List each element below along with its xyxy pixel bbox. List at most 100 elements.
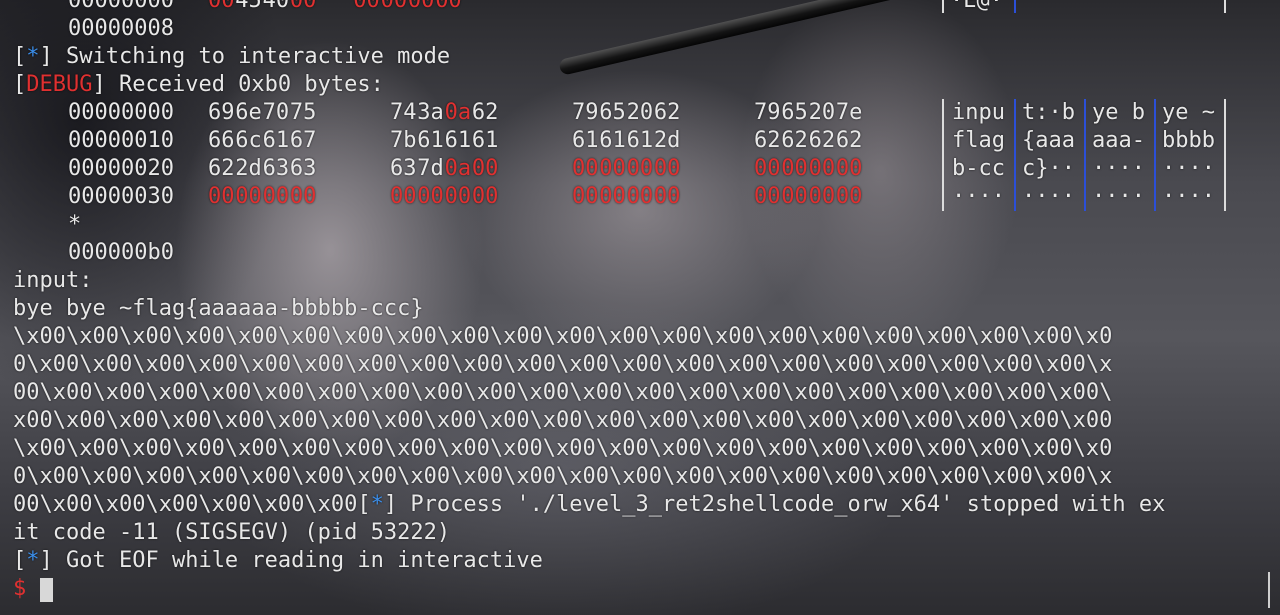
log-text: Process './level_3_ret2shellcode_orw_x64… [397, 492, 1166, 517]
hexdump-byte: 74 [390, 100, 417, 125]
hexdump-byte: 00 [808, 184, 836, 209]
shell-prompt: $ [13, 576, 27, 601]
hexdump-byte: 2d [235, 156, 262, 181]
hexdump-ascii-separator [1014, 0, 1016, 13]
hexdump-ascii-separator [1154, 99, 1156, 211]
hexdump-byte: 62 [208, 156, 235, 181]
hexdump-byte: 62 [754, 128, 781, 153]
hexdump-byte: 00 [289, 0, 317, 13]
hexdump-ascii-chunk: ···· [1162, 184, 1215, 209]
hexdump-offset: 00000030 [68, 184, 174, 209]
hexdump-byte: 75 [289, 100, 317, 125]
output-null-line: \x00\x00\x00\x00\x00\x00\x00\x00\x00\x00… [13, 436, 1113, 461]
hexdump-ascii-chunk: bbbb [1162, 128, 1215, 153]
log-text: Switching to interactive mode [52, 44, 451, 69]
hexdump-byte: 00 [626, 184, 654, 209]
log-line-process: 00\x00\x00\x00\x00\x00\x00[*] Process '.… [13, 492, 1166, 517]
hexdump-byte: 79 [754, 100, 781, 125]
output-input-label: input: [13, 268, 93, 293]
hexdump-byte: 00 [208, 184, 235, 209]
hexdump-byte: 6c [235, 128, 262, 153]
output-null-line: 0\x00\x00\x00\x00\x00\x00\x00\x00\x00\x0… [13, 352, 1113, 377]
scrollbar[interactable] [1268, 572, 1270, 608]
hexdump-byte: 00 [444, 184, 472, 209]
hexdump-byte: 61 [471, 128, 499, 153]
hexdump-byte: 00 [262, 184, 290, 209]
hexdump-byte: 63 [289, 156, 317, 181]
hexdump-byte: 00 [390, 184, 417, 209]
hexdump-offset: 00000010 [68, 128, 174, 153]
hexdump-byte: 7d [417, 156, 444, 181]
hexdump-ascii-panel: inpu t:·b ye b ye ~ flag {aaa aaa-bbbb b-cc c}··… [942, 99, 1226, 211]
hexdump-ascii-chunk: inpu [952, 100, 1005, 125]
hexdump-byte: 00 [380, 0, 408, 13]
hexdump-byte: 2d [653, 128, 681, 153]
hexdump-byte: 00 [653, 184, 681, 209]
hexdump-byte: 00 [781, 184, 808, 209]
hexdump-ascii-separator [1084, 99, 1086, 211]
hexdump-byte: 66 [208, 128, 235, 153]
hexdump-ascii-chunk: aaa- [1092, 128, 1145, 153]
hexdump-ascii-chunk: ···· [1022, 184, 1075, 209]
hexdump-byte: 00 [599, 184, 626, 209]
hexdump-byte: 79 [572, 100, 599, 125]
output-flag-line: bye bye ~flag{aaaaaa-bbbbb-ccc} [13, 296, 424, 321]
hexdump-ascii-chunk: {aaa [1022, 128, 1075, 153]
hexdump-byte: 00 [417, 184, 444, 209]
hexdump-byte: 61 [444, 128, 472, 153]
log-line-eof: [*] Got EOF while reading in interactive [13, 548, 543, 573]
hexdump-ascii-chunk: ···· [1092, 156, 1145, 181]
hexdump-byte: 7e [835, 100, 863, 125]
hexdump-offset: 00000000 [68, 0, 174, 13]
info-marker: * [26, 548, 40, 573]
hexdump-byte: 70 [262, 100, 290, 125]
hexdump-byte: 00 [471, 156, 499, 181]
hexdump-ascii-chunk: ···· [1162, 156, 1215, 181]
hexdump-byte: 62 [653, 100, 681, 125]
hexdump-ascii-text: ·E@· [950, 0, 1003, 13]
hexdump-byte: 00 [835, 156, 863, 181]
log-text: Got EOF while reading in interactive [52, 548, 543, 573]
hexdump-byte: 3a [417, 100, 444, 125]
hexdump-byte: 00 [353, 0, 380, 13]
hexdump-byte: 62 [471, 100, 499, 125]
hexdump-byte: 65 [781, 100, 808, 125]
hexdump-ascii-chunk: t:·b [1022, 100, 1075, 125]
hexdump-byte: 0a [444, 100, 472, 125]
hexdump-byte: 63 [262, 156, 290, 181]
terminal-window[interactable]: 00000000 00 45 40 00 00 00 00 00 ·E@· 00000008 [*… [0, 0, 1280, 615]
hexdump-byte: 00 [781, 156, 808, 181]
hexdump-byte: 0a [444, 156, 472, 181]
hexdump-byte: 00 [572, 184, 599, 209]
hexdump-byte: 6e [235, 100, 262, 125]
output-null-line: 0\x00\x00\x00\x00\x00\x00\x00\x00\x00\x0… [13, 464, 1113, 489]
hexdump-offset: 00000000 [68, 100, 174, 125]
hexdump-byte: 63 [390, 156, 417, 181]
hexdump-offset-partial: 00000008 [68, 16, 174, 41]
hexdump-ascii-chunk: ye b [1092, 100, 1145, 125]
hexdump-byte: 00 [572, 156, 599, 181]
text-cursor[interactable] [40, 578, 53, 602]
info-marker: * [26, 44, 40, 69]
hexdump-byte: 00 [626, 156, 654, 181]
hexdump-ascii-chunk: b-cc [952, 156, 1005, 181]
hexdump-byte: 00 [754, 184, 781, 209]
hexdump-byte: 69 [208, 100, 235, 125]
log-line-exit-code: it code -11 (SIGSEGV) (pid 53222) [13, 520, 451, 545]
info-marker: * [370, 492, 384, 517]
hexdump-byte: 00 [407, 0, 435, 13]
hexdump-byte: 00 [808, 156, 836, 181]
hexdump-byte: 61 [262, 128, 290, 153]
hexdump-byte: 40 [262, 0, 290, 13]
hexdump-byte: 00 [835, 184, 863, 209]
log-line-received: [DEBUG] Received 0xb0 bytes: [13, 72, 384, 97]
hexdump-byte: 61 [599, 128, 626, 153]
hexdump-byte: 00 [599, 156, 626, 181]
hexdump-byte: 62 [781, 128, 808, 153]
hexdump-byte: 20 [808, 100, 836, 125]
log-text: Received 0xb0 bytes: [105, 72, 384, 97]
output-null-line: 00\x00\x00\x00\x00\x00\x00\x00\x00\x00\x… [13, 380, 1113, 405]
hexdump-byte: 00 [208, 0, 235, 13]
hexdump-byte: 7b [390, 128, 417, 153]
hexdump-ascii-chunk: c}·· [1022, 156, 1075, 181]
